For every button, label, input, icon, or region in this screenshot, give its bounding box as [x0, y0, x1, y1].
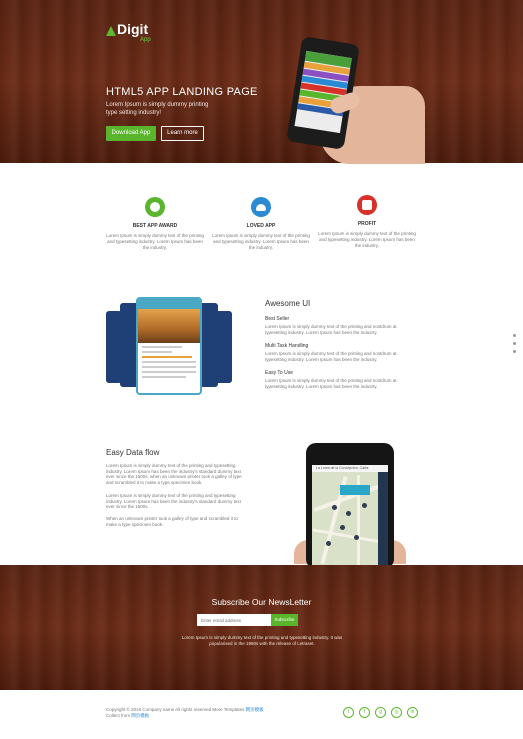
feature-title: BEST APP AWARD	[132, 223, 178, 229]
data-flow-paragraph: When an unknown printer took a galley of…	[106, 516, 238, 527]
phone-screen	[294, 50, 352, 134]
templates-link[interactable]: 网页模板	[246, 707, 264, 712]
subscribe-button[interactable]: Subscribe	[271, 614, 298, 626]
nav-dot[interactable]	[513, 342, 516, 345]
awesome-ui-heading: Awesome UI	[265, 299, 311, 308]
feature-text: Lorem Ipsum is simply dummy text of the …	[318, 231, 416, 248]
tablet-mockups-image	[106, 297, 232, 397]
feature-text: Lorem Ipsum is simply dummy text of the …	[106, 233, 204, 250]
newsletter-email-input[interactable]	[197, 614, 271, 626]
copyright-text: Copyright © 2016 Company name All rights…	[106, 707, 212, 712]
twitter-icon[interactable]: t	[343, 707, 354, 718]
dribbble-icon[interactable]: ◎	[391, 707, 402, 718]
feature-title: PROFIT	[357, 221, 377, 227]
gift-icon	[357, 195, 377, 215]
social-links: t f g ◎ in	[343, 707, 419, 719]
multi-task-title: Multi Task Handling	[265, 343, 309, 349]
collect-link[interactable]: 网页模板	[131, 713, 149, 718]
nav-dot[interactable]	[513, 350, 516, 353]
easy-to-use-text: Lorem Ipsum is simply dummy text of the …	[265, 378, 397, 389]
logo-name: Digit	[117, 21, 149, 37]
hero-title: HTML5 APP LANDING PAGE	[106, 86, 258, 98]
feature-text: Lorem Ipsum is simply dummy text of the …	[212, 233, 310, 250]
data-flow-heading: Easy Data flow	[106, 448, 160, 457]
google-plus-icon[interactable]: g	[375, 707, 386, 718]
map-phone-image: La Línea de la Concepción, Cádiz	[306, 443, 394, 569]
logo-triangle-icon	[106, 26, 116, 36]
collect-label: Collect from	[106, 713, 131, 718]
logo[interactable]: Digit App	[106, 20, 166, 44]
data-flow-paragraph: Lorem Ipsum is simply dummy text of the …	[106, 463, 242, 485]
logo-sub: App	[140, 37, 151, 43]
data-flow-paragraph: Lorem Ipsum is simply dummy text of the …	[106, 493, 241, 510]
feature-best-app: BEST APP AWARD Lorem Ipsum is simply dum…	[106, 197, 204, 251]
linkedin-icon[interactable]: in	[407, 707, 418, 718]
footer-copyright: Copyright © 2016 Company name All rights…	[106, 707, 264, 719]
facebook-icon[interactable]: f	[359, 707, 370, 718]
download-app-button[interactable]: Download App	[106, 126, 156, 141]
chat-bubble-icon	[145, 197, 165, 217]
map-location-bar: La Línea de la Concepción, Cádiz	[312, 465, 388, 472]
hero-subtitle: Lorem Ipsum is simply dummy printing typ…	[106, 102, 209, 116]
newsletter-section: Subscribe Our NewsLetter Subscribe Lorem…	[0, 565, 523, 690]
nav-dot[interactable]	[513, 334, 516, 337]
feature-title: LOVED APP	[246, 223, 276, 229]
feature-profit: PROFIT Lorem Ipsum is simply dummy text …	[318, 195, 416, 249]
learn-more-button[interactable]: Learn more	[161, 126, 204, 141]
hero-section: Digit App HTML5 APP LANDING PAGE Lorem I…	[0, 0, 523, 164]
feature-loved-app: LOVED APP Lorem Ipsum is simply dummy te…	[212, 197, 310, 251]
tablet-screen	[136, 297, 202, 395]
newsletter-text: Lorem Ipsum is simply dummy text of the …	[181, 635, 343, 646]
best-seller-title: Best Seller	[265, 316, 290, 322]
newsletter-title: Subscribe Our NewsLetter	[211, 597, 312, 607]
map-screen: La Línea de la Concepción, Cádiz	[312, 465, 388, 565]
cloud-icon	[251, 197, 271, 217]
templates-label: More Templates	[212, 707, 245, 712]
easy-to-use-title: Easy To Use	[265, 370, 293, 376]
best-seller-text: Lorem Ipsum is simply dummy text of the …	[265, 324, 397, 335]
multi-task-text: Lorem Ipsum is simply dummy text of the …	[265, 351, 397, 362]
section-nav-dots[interactable]	[513, 334, 518, 362]
